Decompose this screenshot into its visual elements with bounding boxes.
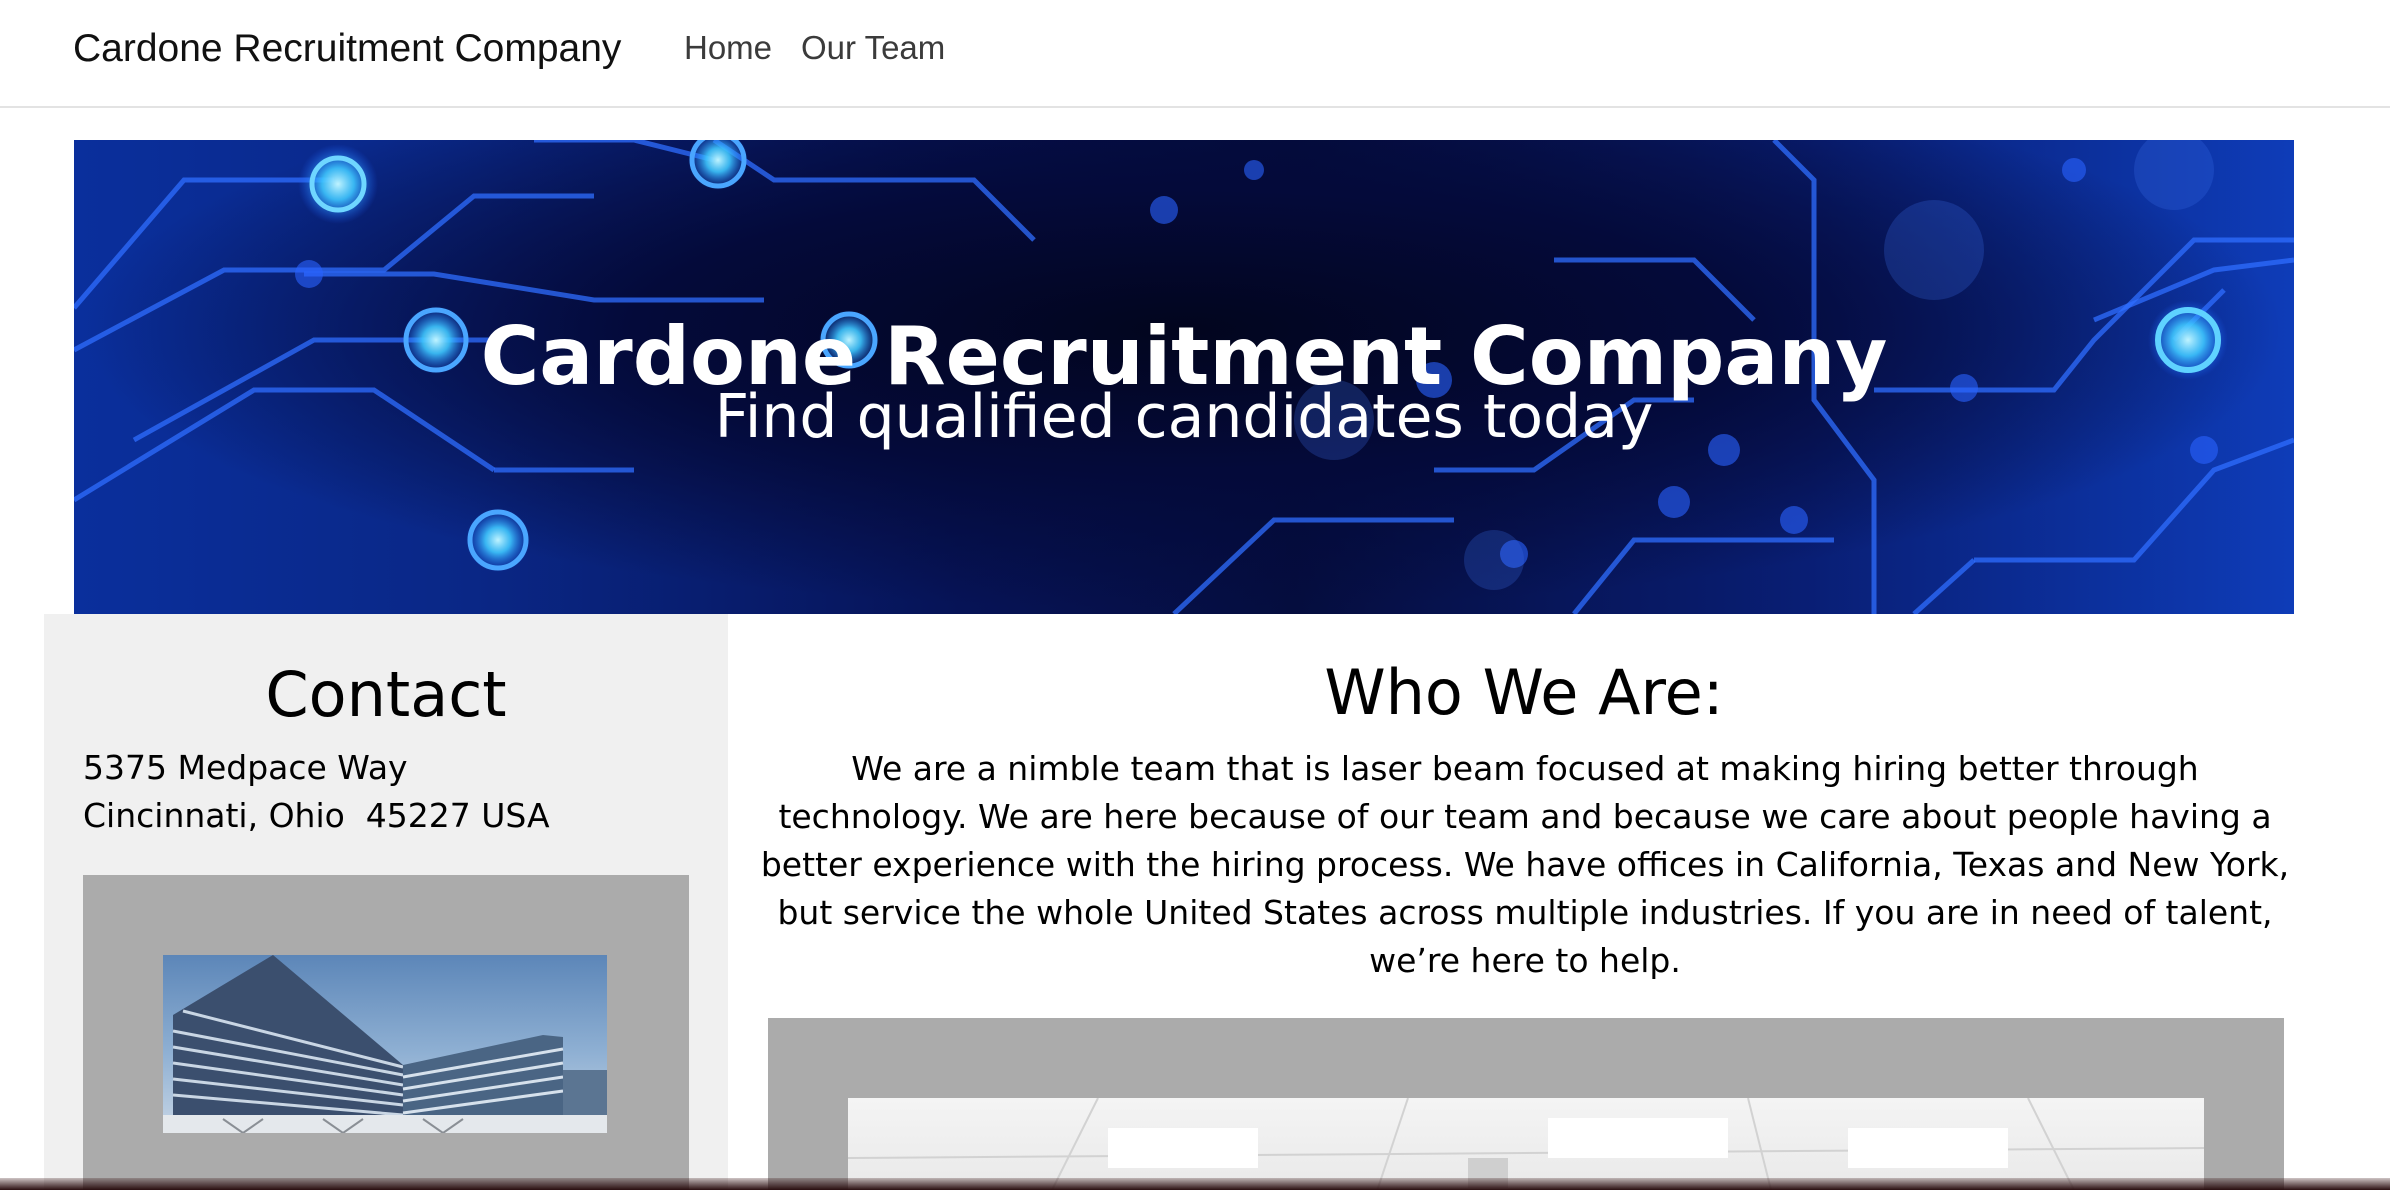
navbar-brand-link[interactable]: Cardone Recruitment Company (73, 27, 621, 71)
contact-heading: Contact (265, 658, 507, 731)
window-bottom-edge (0, 1178, 2390, 1190)
office-interior-photo-frame (768, 1018, 2284, 1190)
nav-link-our-team[interactable]: Our Team (801, 29, 945, 67)
top-navbar: Cardone Recruitment Company Home Our Tea… (0, 0, 2390, 108)
hero-banner: Cardone Recruitment Company Find qualifi… (74, 140, 2294, 614)
contact-panel: Contact 5375 Medpace Way Cincinnati, Ohi… (44, 614, 728, 1190)
hero-subtitle: Find qualified candidates today (714, 382, 1654, 452)
office-building-photo-frame (83, 875, 689, 1190)
nav-link-home[interactable]: Home (684, 29, 772, 67)
who-we-are-heading: Who We Are: (1324, 656, 1724, 729)
address-line-2: Cincinnati, Ohio 45227 USA (83, 796, 550, 835)
address-line-1: 5375 Medpace Way (83, 748, 408, 787)
who-we-are-text: We are a nimble team that is laser beam … (760, 749, 2290, 980)
office-building-photo (163, 955, 607, 1133)
office-interior-photo (848, 1098, 2204, 1190)
